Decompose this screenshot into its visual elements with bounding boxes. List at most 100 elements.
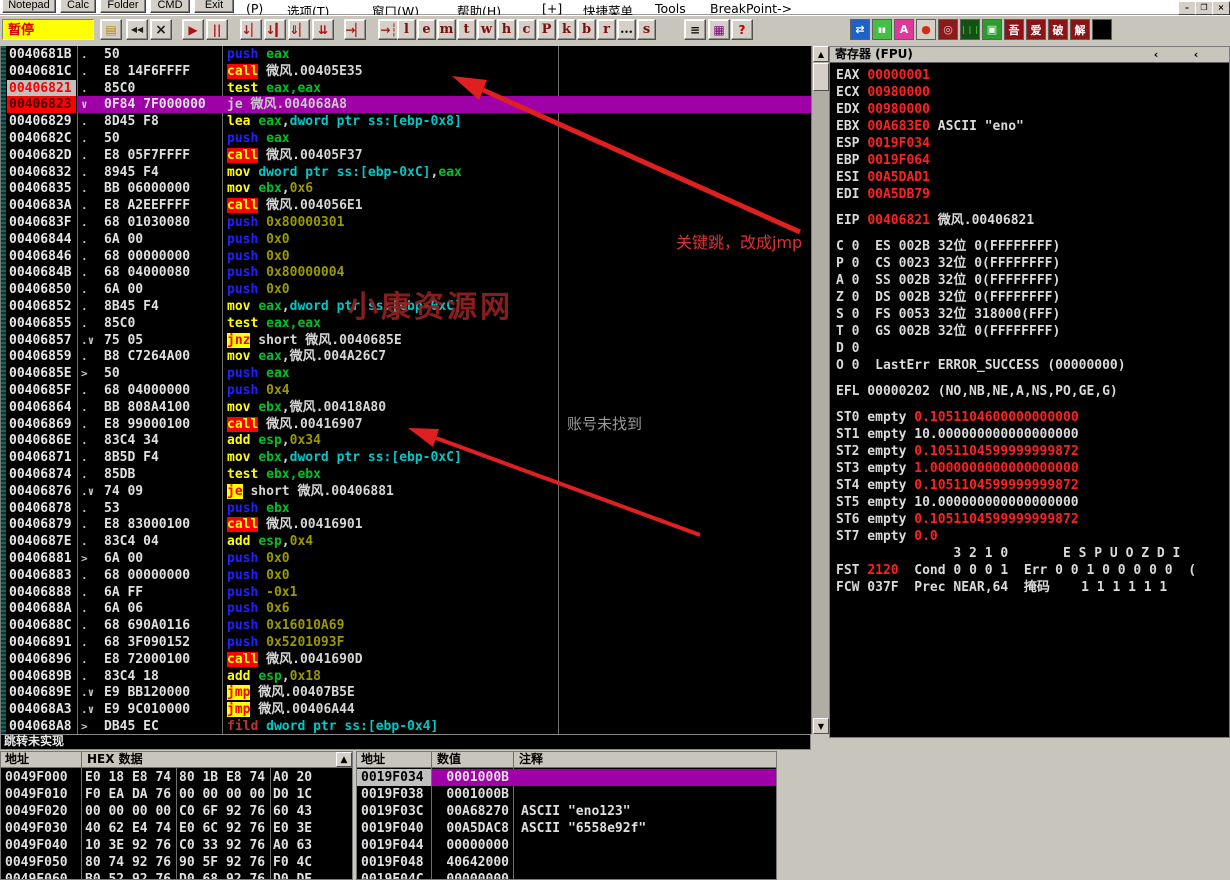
register-line[interactable]: ST6 empty 0.1051104599999999872 [836, 511, 1079, 528]
view-button-l[interactable]: l [397, 19, 416, 40]
monitor-icon[interactable]: ▣ [982, 19, 1002, 40]
stack-header-comment[interactable]: 注释 [519, 752, 543, 767]
disasm-row[interactable]: 0040689E.∨E9 BB120000jmp 微风.00407B5E [1, 684, 811, 701]
register-line[interactable]: P 0 CS 0023 32位 0(FFFFFFFF) [836, 255, 1060, 272]
minimize-button[interactable]: – [1178, 1, 1196, 15]
register-line[interactable]: O 0 LastErr ERROR_SUCCESS (00000000) [836, 357, 1126, 374]
close-button[interactable]: × [1212, 1, 1230, 15]
dump-header-hex[interactable]: HEX 数据 [87, 752, 143, 767]
register-line[interactable]: ST2 empty 0.1051104599999999872 [836, 443, 1079, 460]
target-ball-icon[interactable]: ● [916, 19, 936, 40]
launcher-button-folder[interactable]: Folder [100, 0, 146, 13]
dump-row[interactable]: 0049F000E0 18 E8 7480 1B E8 74A0 20 [1, 769, 353, 786]
disassembly-pane[interactable]: 0040681B.50push eax0040681C.E8 14F6FFFFc… [0, 46, 811, 734]
windows-list-icon[interactable]: ≡ [684, 19, 706, 40]
disasm-row[interactable]: 0040681C.E8 14F6FFFFcall 微风.00405E35 [1, 63, 811, 80]
step-into-button[interactable]: ↓▏ [240, 19, 262, 40]
disasm-row[interactable]: 004068A8>DB45 ECfild dword ptr ss:[ebp-0… [1, 718, 811, 734]
register-line[interactable]: EDI 00A5DB79 [836, 186, 930, 203]
binary-bars-icon[interactable]: ❘❘❘ [960, 19, 980, 40]
disasm-row[interactable]: 00406857.∨75 05jnz short 微风.0040685E [1, 332, 811, 349]
stack-row[interactable]: 0019F0380001000B [357, 786, 777, 803]
view-button-m[interactable]: m [437, 19, 456, 40]
stack-pane[interactable]: 地址 数值 注释 0019F0340001000B0019F0380001000… [356, 751, 777, 880]
menu-item[interactable]: Tools [655, 1, 686, 16]
register-line[interactable]: ST4 empty 0.1051104599999999872 [836, 477, 1079, 494]
launcher-button-calc[interactable]: Calc [60, 0, 96, 13]
scrollbar-thumb[interactable] [813, 63, 829, 91]
wu-icon[interactable]: 吾 [1004, 19, 1024, 40]
collapse-button[interactable]: ‹ [1149, 48, 1163, 61]
disasm-row[interactable]: 00406891.68 3F090152push 0x5201093F [1, 634, 811, 651]
stack-row[interactable]: 0019F04000A5DAC8ASCII "6558e92f" [357, 820, 777, 837]
register-line[interactable]: ESI 00A5DAD1 [836, 169, 930, 186]
watch-window-icon[interactable]: ▦ [708, 19, 730, 40]
disasm-row[interactable]: 00406871.8B5D F4mov ebx,dword ptr ss:[eb… [1, 449, 811, 466]
restart-button[interactable]: ◀◀ [126, 19, 148, 40]
disasm-row[interactable]: 00406876.∨74 09je short 微风.00406881 [1, 483, 811, 500]
disasm-row[interactable]: 0040682D.E8 05F7FFFFcall 微风.00405F37 [1, 147, 811, 164]
view-button-k[interactable]: k [557, 19, 576, 40]
disasm-row[interactable]: 00406821.85C0test eax,eax [1, 80, 811, 97]
view-button-r[interactable]: r [597, 19, 616, 40]
disasm-row[interactable]: 0040687E.83C4 04add esp,0x4 [1, 533, 811, 550]
menu-item[interactable]: BreakPoint-> [710, 1, 792, 16]
disasm-scrollbar[interactable]: ▲ ▼ [811, 46, 829, 734]
register-line[interactable]: ST0 empty 0.1051104600000000000 [836, 409, 1079, 426]
register-line[interactable]: EFL 00000202 (NO,NB,NE,A,NS,PO,GE,G) [836, 383, 1118, 400]
disasm-row[interactable]: 00406881>6A 00push 0x0 [1, 550, 811, 567]
view-button-t[interactable]: t [457, 19, 476, 40]
disasm-row[interactable]: 0040681B.50push eax [1, 46, 811, 63]
hex-dump-pane[interactable]: 地址 HEX 数据 ▲ 0049F000E0 18 E8 7480 1B E8 … [0, 751, 353, 880]
registers-pane[interactable]: 寄存器 (FPU) ‹ ‹ EAX 00000001ECX 00980000ED… [829, 46, 1230, 738]
open-file-button[interactable]: ▤ [100, 19, 122, 40]
launcher-button-exit[interactable]: Exit [194, 0, 234, 13]
close-program-button[interactable]: × [150, 19, 172, 40]
register-line[interactable]: 3 2 1 0 E S P U O Z D I [836, 545, 1180, 562]
disasm-row[interactable]: 00406888.6A FFpush -0x1 [1, 584, 811, 601]
register-line[interactable]: C 0 ES 002B 32位 0(FFFFFFFF) [836, 238, 1060, 255]
pause-plugin-icon[interactable]: ▮▮ [872, 19, 892, 40]
register-line[interactable]: T 0 GS 002B 32位 0(FFFFFFFF) [836, 323, 1060, 340]
jie-icon[interactable]: 解 [1070, 19, 1090, 40]
menu-item[interactable]: (P) [246, 1, 263, 16]
disasm-row[interactable]: 00406859.B8 C7264A00mov eax,微风.004A26C7 [1, 348, 811, 365]
scroll-up-button[interactable]: ▲ [813, 46, 829, 62]
disasm-row[interactable]: 0040682C.50push eax [1, 130, 811, 147]
register-line[interactable]: ST7 empty 0.0 [836, 528, 938, 545]
ai-icon[interactable]: 爱 [1026, 19, 1046, 40]
swap-arrows-icon[interactable]: ⇄ [850, 19, 870, 40]
dump-row[interactable]: 0049F02000 00 00 00C0 6F 92 7660 43 [1, 803, 353, 820]
disasm-row[interactable]: 0040686E.83C4 34add esp,0x34 [1, 432, 811, 449]
disasm-row[interactable]: 0040688A.6A 06push 0x6 [1, 600, 811, 617]
view-button-s[interactable]: s [637, 19, 656, 40]
run-to-return-button[interactable]: →▏ [344, 19, 366, 40]
register-line[interactable]: ESP 0019F034 [836, 135, 930, 152]
dump-row[interactable]: 0049F03040 62 E4 74E0 6C 92 76E0 3E [1, 820, 353, 837]
disasm-row[interactable]: 0040684B.68 04000080push 0x80000004 [1, 264, 811, 281]
disasm-row[interactable]: 00406835.BB 06000000mov ebx,0x6 [1, 180, 811, 197]
stack-row[interactable]: 0019F0340001000B [357, 769, 777, 786]
launcher-button-cmd[interactable]: CMD [150, 0, 190, 13]
trace-into-button[interactable]: ⇓▏ [288, 19, 310, 40]
view-button-c[interactable]: c [517, 19, 536, 40]
dump-row[interactable]: 0049F05080 74 92 7690 5F 92 76F0 4C [1, 854, 353, 871]
help-icon[interactable]: ? [731, 19, 753, 40]
disasm-row[interactable]: 00406823∨0F84 7F000000je 微风.004068A8 [1, 96, 811, 113]
stack-row[interactable]: 0019F04840642000 [357, 854, 777, 871]
register-line[interactable]: ST5 empty 10.000000000000000000 [836, 494, 1079, 511]
disasm-row[interactable]: 0040689B.83C4 18add esp,0x18 [1, 668, 811, 685]
register-line[interactable]: FCW 037F Prec NEAR,64 掩码 1 1 1 1 1 1 [836, 579, 1167, 596]
disasm-row[interactable]: 00406874.85DBtest ebx,ebx [1, 466, 811, 483]
register-line[interactable]: ST1 empty 10.000000000000000000 [836, 426, 1079, 443]
register-line[interactable]: EDX 00980000 [836, 101, 930, 118]
register-line[interactable]: EIP 00406821 微风.00406821 [836, 212, 1034, 229]
register-line[interactable]: D 0 [836, 340, 859, 357]
disasm-row[interactable]: 0040688C.68 690A0116push 0x16010A69 [1, 617, 811, 634]
disasm-row[interactable]: 00406879.E8 83000100call 微风.00416901 [1, 516, 811, 533]
dump-row[interactable]: 0049F060B0 52 92 76D0 68 92 76D0 DE [1, 871, 353, 880]
view-button-e[interactable]: e [417, 19, 436, 40]
disasm-row[interactable]: 004068A3.∨E9 9C010000jmp 微风.00406A44 [1, 701, 811, 718]
dump-header-address[interactable]: 地址 [5, 752, 29, 767]
disasm-row[interactable]: 0040685E>50push eax [1, 365, 811, 382]
